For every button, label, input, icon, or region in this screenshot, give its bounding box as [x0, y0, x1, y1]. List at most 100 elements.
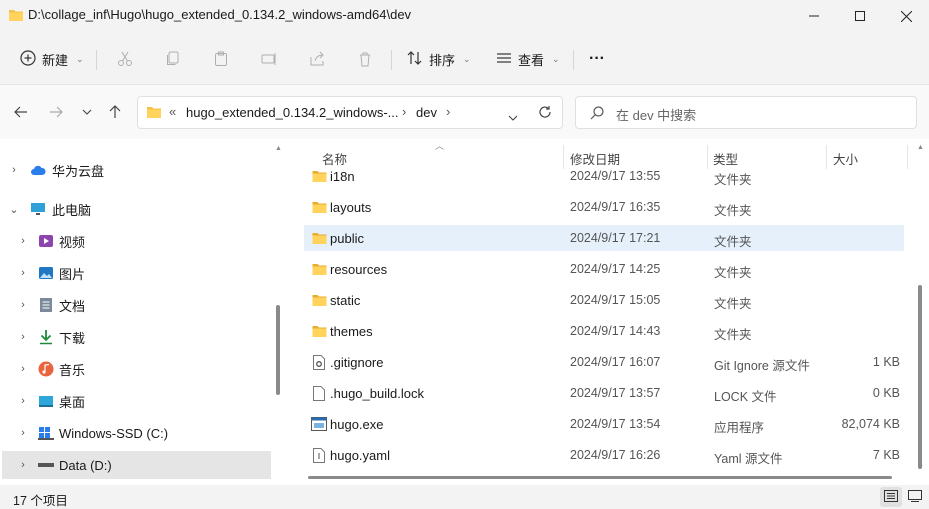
- navigation-pane: › 华为云盘 ⌄ 此电脑 › 视频 › 图片 › 文档 › 下载 › 音乐 › …: [0, 139, 282, 485]
- file-date: 2024/9/17 16:35: [570, 200, 661, 214]
- chevron-right-icon[interactable]: ›: [8, 164, 20, 176]
- scroll-up-arrow[interactable]: ▲: [275, 145, 282, 152]
- scroll-down-arrow[interactable]: ▼: [917, 464, 924, 471]
- scroll-up-arrow[interactable]: ▲: [917, 144, 924, 151]
- file-row[interactable]: .hugo_build.lock 2024/9/17 13:57 LOCK 文件…: [304, 380, 904, 406]
- file-icon: [310, 385, 328, 401]
- sidebar-item-downloads[interactable]: › 下载: [0, 323, 272, 351]
- tiles-view-button[interactable]: [904, 487, 926, 507]
- sidebar-item-music[interactable]: › 音乐: [0, 355, 272, 383]
- file-type: 文件夹: [714, 235, 752, 249]
- details-view-icon: [884, 489, 898, 505]
- cut-icon[interactable]: [114, 48, 136, 70]
- pictures-icon: [38, 265, 54, 281]
- sort-ascending-icon: ︿: [435, 141, 445, 151]
- details-view-button[interactable]: [880, 487, 902, 507]
- column-divider[interactable]: [907, 145, 908, 169]
- gear-file-icon: [310, 354, 328, 370]
- file-row[interactable]: hugo.exe 2024/9/17 13:54 应用程序 82,074 KB: [304, 411, 904, 437]
- sidebar-item-data-drive[interactable]: › Data (D:): [2, 451, 271, 479]
- chevron-right-icon[interactable]: ›: [17, 267, 29, 279]
- folder-icon: [310, 199, 328, 215]
- chevron-down-icon: ⌄: [463, 53, 471, 64]
- window-title: D:\collage_inf\Hugo\hugo_extended_0.134.…: [28, 7, 412, 22]
- file-name: .gitignore: [330, 355, 384, 370]
- sort-label: 排序: [429, 52, 456, 68]
- forward-button[interactable]: [44, 101, 68, 123]
- file-type: 文件夹: [714, 328, 752, 342]
- close-button[interactable]: [883, 0, 929, 32]
- delete-icon[interactable]: [354, 48, 376, 70]
- file-list-scrollbar[interactable]: [918, 285, 922, 469]
- file-date: 2024/9/17 15:05: [570, 293, 661, 307]
- sidebar-item-videos[interactable]: › 视频: [0, 227, 272, 255]
- chevron-right-icon[interactable]: ›: [17, 427, 29, 439]
- sidebar-item-label: 桌面: [59, 394, 86, 410]
- sidebar-scrollbar[interactable]: [276, 305, 280, 395]
- new-button[interactable]: 新建 ⌄: [20, 46, 84, 72]
- divider: [573, 50, 574, 70]
- chevron-down-icon: ⌄: [552, 53, 560, 64]
- sidebar-item-desktop[interactable]: › 桌面: [0, 387, 272, 415]
- breadcrumb-item[interactable]: hugo_extended_0.134.2_windows-...: [186, 105, 399, 120]
- sidebar-item-windows-ssd[interactable]: › Windows-SSD (C:): [0, 419, 272, 447]
- address-history-button[interactable]: [508, 109, 518, 124]
- document-icon: [38, 297, 54, 313]
- file-row[interactable]: static 2024/9/17 15:05 文件夹: [304, 287, 904, 313]
- file-row[interactable]: .gitignore 2024/9/17 16:07 Git Ignore 源文…: [304, 349, 904, 375]
- view-label: 查看: [518, 52, 545, 68]
- minimize-button[interactable]: [791, 0, 837, 32]
- sort-button[interactable]: 排序 ⌄: [407, 46, 471, 72]
- share-icon[interactable]: [306, 48, 328, 70]
- address-bar[interactable]: « hugo_extended_0.134.2_windows-... › de…: [137, 96, 563, 129]
- title-bar: D:\collage_inf\Hugo\hugo_extended_0.134.…: [0, 0, 929, 32]
- file-size: 1 KB: [872, 355, 900, 369]
- horizontal-scrollbar[interactable]: [308, 476, 892, 479]
- file-size: 82,074 KB: [841, 417, 900, 431]
- refresh-icon[interactable]: [538, 105, 552, 122]
- chevron-right-icon[interactable]: ›: [17, 363, 29, 375]
- recent-locations-button[interactable]: [75, 101, 99, 123]
- search-icon: [590, 106, 604, 123]
- chevron-right-icon[interactable]: ›: [17, 395, 29, 407]
- new-label: 新建: [42, 52, 69, 68]
- more-options-button[interactable]: ···: [589, 46, 605, 72]
- maximize-button[interactable]: [837, 0, 883, 32]
- copy-icon[interactable]: [162, 48, 184, 70]
- search-box[interactable]: 在 dev 中搜索: [575, 96, 917, 129]
- plus-circle-icon: [20, 49, 36, 69]
- file-date: 2024/9/17 16:07: [570, 355, 661, 369]
- chevron-right-icon[interactable]: ›: [17, 459, 29, 471]
- breadcrumb-separator[interactable]: ›: [402, 104, 406, 119]
- search-input[interactable]: 在 dev 中搜索: [616, 105, 696, 124]
- file-size: 7 KB: [872, 448, 900, 462]
- sidebar-item-label: 文档: [59, 298, 86, 314]
- paste-icon[interactable]: [210, 48, 232, 70]
- file-date: 2024/9/17 13:55: [570, 169, 661, 183]
- chevron-down-icon[interactable]: ⌄: [8, 203, 20, 216]
- sidebar-item-this-pc[interactable]: ⌄ 此电脑: [0, 195, 272, 223]
- sidebar-item-documents[interactable]: › 文档: [0, 291, 272, 319]
- file-type: 应用程序: [714, 421, 765, 435]
- file-row[interactable]: public 2024/9/17 17:21 文件夹: [304, 225, 904, 251]
- chevron-right-icon[interactable]: ›: [17, 299, 29, 311]
- sidebar-item-huawei-cloud[interactable]: › 华为云盘: [0, 156, 272, 184]
- file-row[interactable]: hugo.yaml 2024/9/17 16:26 Yaml 源文件 7 KB: [304, 442, 904, 468]
- view-button[interactable]: 查看 ⌄: [496, 46, 560, 72]
- sidebar-item-pictures[interactable]: › 图片: [0, 259, 272, 287]
- file-row[interactable]: i18n 2024/9/17 13:55 文件夹: [304, 163, 904, 189]
- file-date: 2024/9/17 13:54: [570, 417, 661, 431]
- back-button[interactable]: [9, 101, 33, 123]
- file-row[interactable]: resources 2024/9/17 14:25 文件夹: [304, 256, 904, 282]
- sidebar-item-label: 音乐: [59, 362, 86, 378]
- file-row[interactable]: themes 2024/9/17 14:43 文件夹: [304, 318, 904, 344]
- breadcrumb-overflow-button[interactable]: «: [169, 104, 176, 119]
- breadcrumb-separator[interactable]: ›: [446, 104, 450, 119]
- rename-icon[interactable]: [258, 48, 280, 70]
- breadcrumb-item[interactable]: dev: [416, 105, 437, 120]
- chevron-right-icon[interactable]: ›: [17, 235, 29, 247]
- up-button[interactable]: [103, 101, 127, 123]
- file-row[interactable]: layouts 2024/9/17 16:35 文件夹: [304, 194, 904, 220]
- chevron-right-icon[interactable]: ›: [17, 331, 29, 343]
- chevron-down-icon: ⌄: [76, 53, 84, 64]
